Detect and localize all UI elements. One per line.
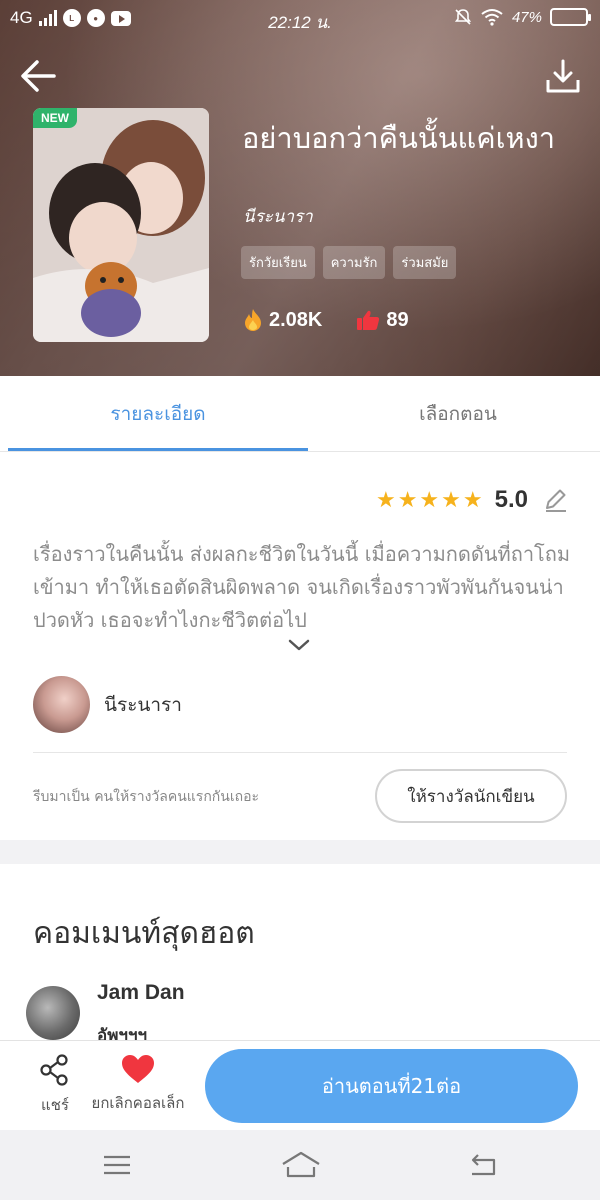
mute-icon [454,9,472,25]
rating: ★ ★ ★ ★ ★ 5.0 [376,486,568,514]
commenter-name[interactable]: Jam Dan [97,981,185,1005]
chevron-down-icon[interactable] [287,638,311,652]
share-label: แชร์ [41,1096,69,1114]
star-icon: ★ [441,487,461,513]
tag-list: รักวัยเรียน ความรัก ร่วมสมัย [241,246,457,279]
bottom-action-bar: แชร์ ยกเลิกคอลเล็ก อ่านตอนที่21ต่อ [0,1040,600,1130]
tab-bar: รายละเอียด เลือกตอน [0,376,600,452]
back-nav-icon[interactable] [466,1150,500,1180]
system-nav-bar [0,1130,600,1200]
continue-reading-button[interactable]: อ่านตอนที่21ต่อ [205,1049,578,1123]
download-icon[interactable] [544,58,582,96]
remove-collection-button[interactable]: ยกเลิกคอลเล็ก [86,1053,190,1115]
book-stats: 2.08K 89 [243,308,409,332]
back-arrow-icon[interactable] [18,56,58,96]
thumbs-up-icon [357,310,380,330]
status-bar: 4G L ● 22:12 น. 47% [0,0,600,40]
book-title: อย่าบอกว่าคืนนั้นแค่เหงา [242,121,556,155]
star-icon: ★ [375,487,396,513]
heart-icon [122,1055,154,1083]
new-badge: NEW [33,108,77,128]
comments-title: คอมเมนท์สุดฮอต [33,916,255,951]
likes-count: 89 [386,308,409,331]
rating-score: 5.0 [494,486,528,513]
views-stat: 2.08K [243,308,322,332]
tag-item[interactable]: ความรัก [322,246,386,279]
reward-prompt: รีบมาเป็น คนให้รางวัลคนแรกกันเถอะ [33,789,260,805]
likes-stat: 89 [356,308,409,332]
hot-comments-section: คอมเมนท์สุดฮอต Jam Dan อัพฯฯฯ [0,864,600,1040]
battery-icon [550,8,591,26]
collection-label: ยกเลิกคอลเล็ก [91,1094,185,1112]
active-tab-indicator [8,448,308,451]
author-row[interactable]: นีระนารา [33,676,182,733]
cover-illustration [33,108,209,342]
share-button[interactable]: แชร์ [24,1053,86,1117]
divider [33,752,567,753]
star-icon: ★ [462,487,483,513]
star-icon: ★ [397,487,418,513]
book-cover: NEW [33,108,209,342]
tag-item[interactable]: รักวัยเรียน [241,246,315,279]
battery-percent: 47% [511,8,542,26]
home-icon[interactable] [280,1150,322,1180]
tag-item[interactable]: ร่วมสมัย [393,246,457,279]
details-section: ★ ★ ★ ★ ★ 5.0 เรื่องราวในคืนนั้น ส่งผลกะ… [0,452,600,840]
edit-pencil-icon[interactable] [542,487,568,513]
comment-text: อัพฯฯฯ [97,1026,148,1040]
tab-chapters[interactable]: เลือกตอน [308,376,600,452]
menu-icon[interactable] [100,1150,134,1180]
fire-icon [245,309,261,331]
wifi-icon [481,9,503,26]
star-rating: ★ ★ ★ ★ ★ [376,488,483,513]
star-icon: ★ [419,487,440,513]
book-author: นีระนารา [243,207,313,227]
synopsis-text: เรื่องราวในคืนนั้น ส่งผลกะชีวิตในวันนี้ … [33,542,571,632]
commenter-avatar[interactable] [26,986,80,1040]
share-icon [40,1054,68,1086]
tab-details[interactable]: รายละเอียด [8,376,308,452]
author-avatar[interactable] [33,676,90,733]
author-name[interactable]: นีระนารา [104,690,182,720]
views-count: 2.08K [269,308,323,331]
reward-author-button[interactable]: ให้รางวัลนักเขียน [375,769,567,823]
